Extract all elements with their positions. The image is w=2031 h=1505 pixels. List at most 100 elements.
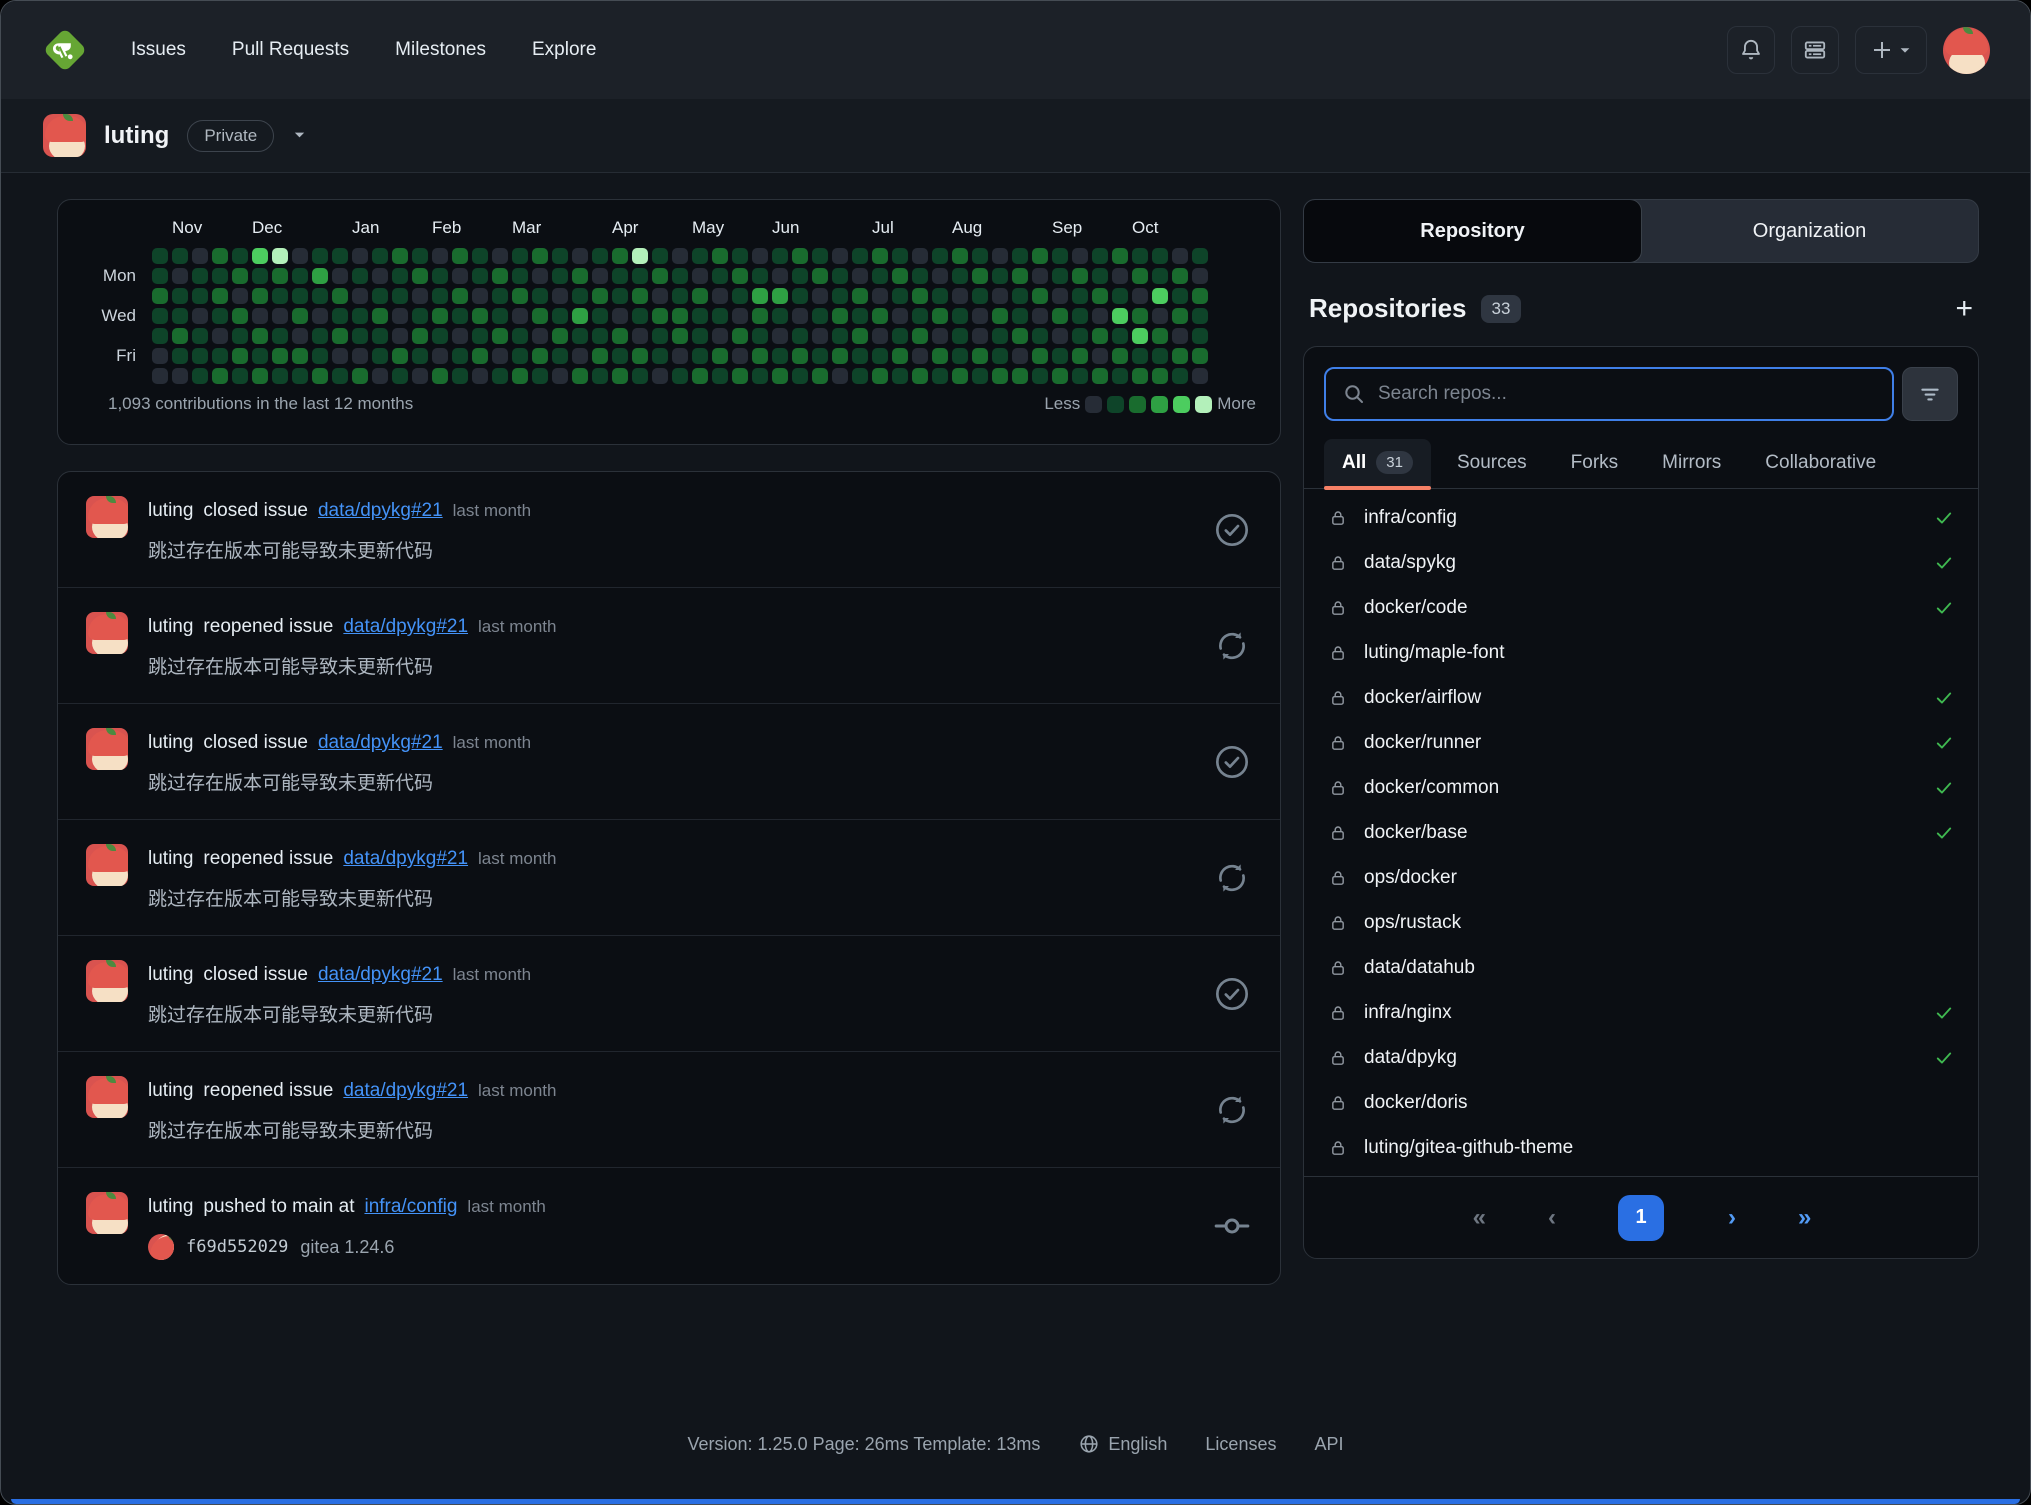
heatmap-cell[interactable]	[1172, 328, 1188, 344]
heatmap-cell[interactable]	[152, 328, 168, 344]
pagination-last-button[interactable]: »	[1798, 1204, 1809, 1232]
heatmap-cell[interactable]	[452, 368, 468, 384]
repo-row[interactable]: docker/code	[1304, 585, 1978, 630]
heatmap-cell[interactable]	[532, 288, 548, 304]
repo-name-link[interactable]: docker/runner	[1364, 732, 1481, 754]
repo-name-link[interactable]: ops/docker	[1364, 867, 1457, 889]
repo-name-link[interactable]: docker/code	[1364, 597, 1468, 619]
heatmap-cell[interactable]	[872, 288, 888, 304]
heatmap-cell[interactable]	[732, 288, 748, 304]
heatmap-cell[interactable]	[1012, 268, 1028, 284]
heatmap-cell[interactable]	[252, 268, 268, 284]
heatmap-cell[interactable]	[152, 308, 168, 324]
heatmap-cell[interactable]	[872, 368, 888, 384]
heatmap-cell[interactable]	[312, 348, 328, 364]
heatmap-cell[interactable]	[572, 288, 588, 304]
heatmap-cell[interactable]	[352, 308, 368, 324]
heatmap-cell[interactable]	[272, 248, 288, 264]
heatmap-cell[interactable]	[172, 308, 188, 324]
nav-link-milestones[interactable]: Milestones	[395, 39, 486, 61]
heatmap-cell[interactable]	[1032, 348, 1048, 364]
feed-actor-avatar[interactable]	[86, 728, 128, 770]
repo-name-link[interactable]: docker/base	[1364, 822, 1468, 844]
pagination-current-page[interactable]: 1	[1618, 1195, 1664, 1241]
heatmap-cell[interactable]	[532, 328, 548, 344]
heatmap-cell[interactable]	[492, 268, 508, 284]
repo-row[interactable]: data/spykg	[1304, 540, 1978, 585]
heatmap-cell[interactable]	[992, 368, 1008, 384]
heatmap-cell[interactable]	[752, 268, 768, 284]
heatmap-cell[interactable]	[692, 308, 708, 324]
heatmap-cell[interactable]	[712, 288, 728, 304]
feed-target-link[interactable]: data/dpykg#21	[343, 848, 468, 870]
repo-row[interactable]: docker/common	[1304, 765, 1978, 810]
heatmap-cell[interactable]	[552, 268, 568, 284]
heatmap-cell[interactable]	[892, 248, 908, 264]
heatmap-cell[interactable]	[612, 288, 628, 304]
heatmap-cell[interactable]	[912, 348, 928, 364]
feed-target-link[interactable]: infra/config	[364, 1196, 457, 1218]
repo-row[interactable]: luting/gitea-github-theme	[1304, 1125, 1978, 1170]
heatmap-cell[interactable]	[892, 328, 908, 344]
heatmap-cell[interactable]	[372, 348, 388, 364]
heatmap-cell[interactable]	[412, 288, 428, 304]
heatmap-cell[interactable]	[252, 248, 268, 264]
heatmap-cell[interactable]	[772, 308, 788, 324]
commit-author-avatar[interactable]	[148, 1234, 174, 1260]
repo-name-link[interactable]: data/datahub	[1364, 957, 1475, 979]
heatmap-cell[interactable]	[292, 288, 308, 304]
heatmap-cell[interactable]	[1052, 288, 1068, 304]
heatmap-cell[interactable]	[612, 248, 628, 264]
heatmap-cell[interactable]	[572, 348, 588, 364]
heatmap-cell[interactable]	[492, 368, 508, 384]
heatmap-cell[interactable]	[632, 288, 648, 304]
heatmap-cell[interactable]	[1052, 348, 1068, 364]
heatmap-cell[interactable]	[232, 328, 248, 344]
heatmap-cell[interactable]	[992, 328, 1008, 344]
heatmap-cell[interactable]	[272, 328, 288, 344]
heatmap-cell[interactable]	[752, 368, 768, 384]
heatmap-cell[interactable]	[572, 248, 588, 264]
heatmap-cell[interactable]	[612, 328, 628, 344]
feed-actor-avatar[interactable]	[86, 612, 128, 654]
feed-actor-link[interactable]: luting	[148, 1196, 193, 1218]
heatmap-cell[interactable]	[492, 348, 508, 364]
gitea-logo-icon[interactable]	[41, 26, 89, 74]
heatmap-cell[interactable]	[512, 348, 528, 364]
heatmap-cell[interactable]	[832, 308, 848, 324]
heatmap-cell[interactable]	[1132, 288, 1148, 304]
heatmap-cell[interactable]	[992, 248, 1008, 264]
commit-hash-link[interactable]: f69d552029	[186, 1237, 288, 1257]
heatmap-cell[interactable]	[552, 348, 568, 364]
heatmap-cell[interactable]	[212, 328, 228, 344]
feed-actor-link[interactable]: luting	[148, 500, 193, 522]
heatmap-cell[interactable]	[652, 328, 668, 344]
heatmap-cell[interactable]	[672, 248, 688, 264]
heatmap-cell[interactable]	[672, 328, 688, 344]
heatmap-cell[interactable]	[972, 248, 988, 264]
heatmap-cell[interactable]	[332, 328, 348, 344]
heatmap-cell[interactable]	[472, 368, 488, 384]
heatmap-cell[interactable]	[1192, 348, 1208, 364]
heatmap-cell[interactable]	[292, 308, 308, 324]
heatmap-cell[interactable]	[1152, 308, 1168, 324]
heatmap-cell[interactable]	[912, 328, 928, 344]
heatmap-cell[interactable]	[672, 308, 688, 324]
footer-api-link[interactable]: API	[1314, 1434, 1343, 1455]
heatmap-cell[interactable]	[952, 248, 968, 264]
heatmap-cell[interactable]	[452, 248, 468, 264]
heatmap-cell[interactable]	[912, 368, 928, 384]
heatmap-cell[interactable]	[192, 268, 208, 284]
heatmap-cell[interactable]	[632, 308, 648, 324]
heatmap-cell[interactable]	[952, 348, 968, 364]
heatmap-cell[interactable]	[812, 348, 828, 364]
heatmap-cell[interactable]	[592, 288, 608, 304]
heatmap-cell[interactable]	[932, 328, 948, 344]
heatmap-cell[interactable]	[592, 248, 608, 264]
feed-actor-avatar[interactable]	[86, 496, 128, 538]
heatmap-cell[interactable]	[192, 308, 208, 324]
heatmap-cell[interactable]	[852, 248, 868, 264]
heatmap-cell[interactable]	[792, 248, 808, 264]
heatmap-cell[interactable]	[1012, 368, 1028, 384]
heatmap-cell[interactable]	[212, 308, 228, 324]
